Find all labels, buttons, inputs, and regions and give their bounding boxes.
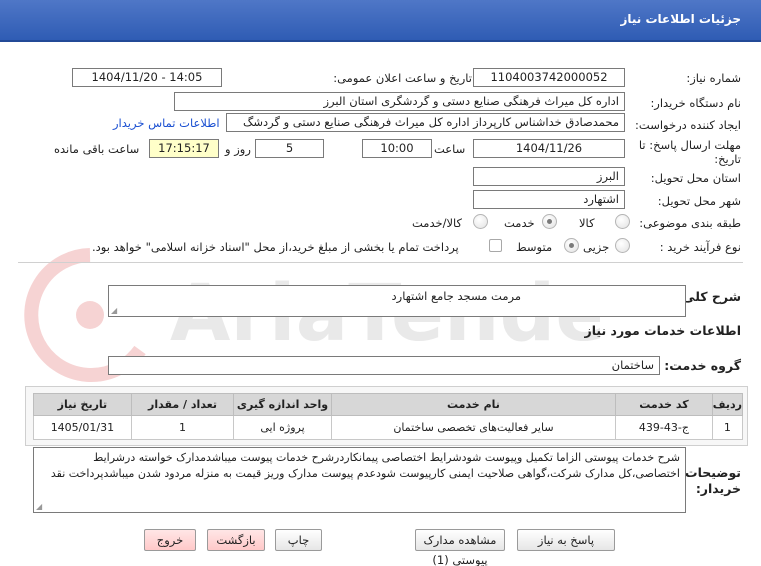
purchase-option-medium: متوسط	[516, 240, 553, 254]
col-header-date: تاریخ نیاز	[33, 393, 132, 416]
category-option-goods-service: کالا/خدمت	[412, 216, 463, 230]
deadline-date-field: 1404/11/26	[473, 139, 625, 158]
creator-field: محمدصادق خداشناس کارپرداز اداره کل میراث…	[226, 113, 625, 132]
cell-code: ج-43-439	[615, 415, 713, 440]
back-button[interactable]: بازگشت	[207, 529, 265, 551]
divider	[18, 262, 743, 263]
province-label: استان محل تحویل:	[650, 171, 741, 185]
buyer-notes-label: توضیحات	[685, 465, 741, 480]
announce-field: 1404/11/20 - 14:05	[72, 68, 222, 87]
category-radio-goods-service[interactable]	[473, 214, 488, 229]
purchase-type-label: نوع فرآیند خرید :	[659, 240, 741, 254]
service-group-field: ساختمان	[108, 356, 660, 375]
purchase-radio-medium[interactable]	[564, 238, 579, 253]
buyer-notes-text: شرح خدمات پیوستی الزاما تکمیل وپیوست شود…	[50, 451, 680, 480]
creator-label: ایجاد کننده درخواست:	[635, 118, 741, 132]
deadline-time-field: 10:00	[362, 139, 432, 158]
col-header-name: نام خدمت	[330, 393, 617, 416]
general-description-box[interactable]: مرمت مسجد جامع اشتهارد ◢	[108, 285, 686, 317]
city-field: اشتهارد	[473, 190, 625, 209]
deadline-date-label: تاریخ:	[714, 152, 741, 166]
need-number-label: شماره نیاز:	[686, 71, 741, 85]
days-field: 5	[255, 139, 324, 158]
need-number-field: 1104003742000052	[473, 68, 625, 87]
buyer-contact-link[interactable]: اطلاعات تماس خریدار	[113, 116, 220, 130]
window-title: جزئیات اطلاعات نیاز	[620, 12, 741, 26]
general-description-text: مرمت مسجد جامع اشتهارد	[391, 289, 521, 303]
category-label: طبقه بندی موضوعی:	[639, 216, 741, 230]
province-field: البرز	[473, 167, 625, 186]
services-table: ردیف کد خدمت نام خدمت واحد اندازه گیری ت…	[33, 393, 744, 440]
buyer-org-label: نام دستگاه خریدار:	[650, 96, 741, 110]
cell-row: 1	[711, 415, 744, 440]
category-option-goods: کالا	[579, 216, 595, 230]
reply-button[interactable]: پاسخ به نیاز	[517, 529, 615, 551]
buyer-notes-box[interactable]: شرح خدمات پیوستی الزاما تکمیل وپیوست شود…	[33, 447, 686, 513]
attachments-button[interactable]: مشاهده مدارک پیوستی (1)	[415, 529, 505, 566]
treasury-checkbox[interactable]	[489, 239, 502, 252]
service-group-label: گروه خدمت:	[664, 358, 741, 373]
resize-grip-icon[interactable]: ◢	[36, 502, 42, 511]
remaining-time-field: 17:15:17	[149, 139, 219, 158]
print-button[interactable]: چاپ	[275, 529, 322, 551]
table-row[interactable]: 1 ج-43-439 سایر فعالیت‌های تخصصی ساختمان…	[33, 415, 744, 440]
exit-button[interactable]: خروج	[144, 529, 196, 551]
services-section-title: اطلاعات خدمات مورد نیاز	[584, 323, 742, 338]
days-label: روز و	[225, 142, 251, 156]
purchase-option-small: جزیی	[583, 240, 610, 254]
col-header-unit: واحد اندازه گیری	[233, 393, 332, 416]
cell-date: 1405/01/31	[33, 415, 132, 440]
col-header-code: کد خدمت	[615, 393, 713, 416]
cell-name: سایر فعالیت‌های تخصصی ساختمان	[330, 415, 617, 440]
announce-label: تاریخ و ساعت اعلان عمومی:	[333, 71, 472, 85]
category-radio-service[interactable]	[542, 214, 557, 229]
cell-unit: پروژه ایی	[233, 415, 332, 440]
buyer-notes-label-2: خریدار:	[695, 481, 741, 496]
deadline-time-label: ساعت	[434, 142, 466, 156]
city-label: شهر محل تحویل:	[657, 194, 741, 208]
col-header-row: ردیف	[711, 393, 744, 416]
remaining-time-label: ساعت باقی مانده	[54, 142, 140, 156]
category-option-service: خدمت	[504, 216, 535, 230]
treasury-note: پرداخت تمام یا بخشی از مبلغ خرید،از محل …	[92, 240, 459, 254]
buyer-org-field: اداره کل میراث فرهنگی صنایع دستی و گردشگ…	[174, 92, 625, 111]
resize-grip-icon[interactable]: ◢	[111, 306, 117, 315]
cell-qty: 1	[130, 415, 235, 440]
purchase-radio-small[interactable]	[615, 238, 630, 253]
deadline-label: مهلت ارسال پاسخ: تا	[638, 138, 741, 152]
category-radio-goods[interactable]	[615, 214, 630, 229]
col-header-qty: تعداد / مقدار	[130, 393, 235, 416]
